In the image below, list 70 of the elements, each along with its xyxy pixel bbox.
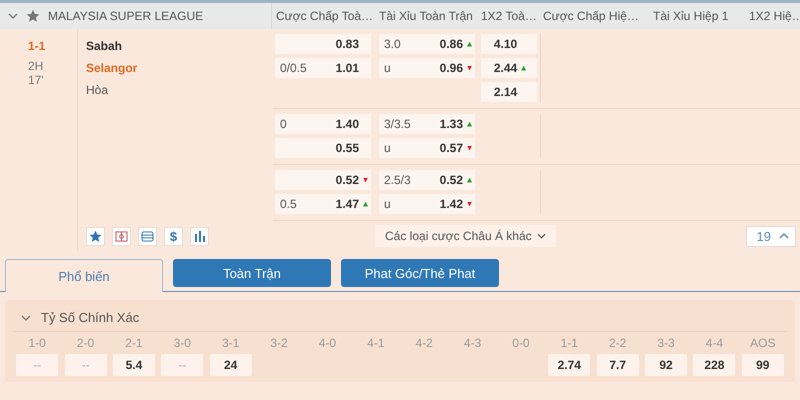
odds-cell[interactable]: 0 1.40 <box>275 114 371 134</box>
chart-button[interactable] <box>190 226 209 246</box>
list-button[interactable] <box>138 226 157 246</box>
bar-chart-icon <box>194 230 206 242</box>
odds-cell[interactable]: 4.10 <box>481 34 537 54</box>
chevron-icon[interactable] <box>8 13 18 19</box>
star-icon <box>89 230 102 242</box>
odds-cell[interactable]: 2.14 <box>481 82 537 102</box>
match-period: 2H <box>28 59 44 73</box>
odds-cell[interactable]: 99 <box>742 354 784 376</box>
score-label: 3-3 <box>657 336 675 350</box>
score-label: 1-0 <box>28 336 46 350</box>
odds-cell[interactable]: 3.0 0.86 <box>379 34 475 54</box>
odds-cell[interactable]: 92 <box>645 354 688 376</box>
column-header: Tài Xỉu Hiệp 1 <box>652 9 730 23</box>
odds-cell[interactable]: 0.83 <box>275 34 371 54</box>
column-header: Cược Chấp Hiệ… <box>542 9 640 23</box>
odds-cell[interactable]: 24 <box>210 354 252 376</box>
score-label: 3-2 <box>270 336 288 350</box>
column-header: 1X2 Hiệ… <box>748 9 800 23</box>
odds-cell[interactable]: 0.55 <box>275 138 371 158</box>
odds-cell[interactable]: u 0.57 <box>379 138 475 158</box>
odds-cell[interactable]: 2.5/3 0.52 <box>379 170 475 190</box>
tab[interactable]: Phổ biến <box>5 259 163 292</box>
odds-cell[interactable]: u 1.42 <box>379 194 475 214</box>
odds-cell[interactable]: 7.7 <box>596 354 639 376</box>
odds-cell[interactable]: 0.5 1.47 <box>275 194 371 214</box>
league-name: MALAYSIA SUPER LEAGUE <box>48 9 204 23</box>
score-label: 4-4 <box>706 336 724 350</box>
field-button[interactable] <box>112 226 131 246</box>
score-label: AOS <box>750 336 776 350</box>
odds-cell[interactable]: u 0.96 <box>379 58 475 78</box>
score-label: 2-1 <box>125 336 143 350</box>
tab[interactable]: Phat Góc/Thẻ Phat <box>341 259 499 287</box>
away-team: Selangor <box>86 61 138 75</box>
score-label: 3-0 <box>174 336 191 350</box>
star-button[interactable] <box>86 226 105 246</box>
score-label: 1-1 <box>560 336 578 350</box>
column-header: 1X2 Toà… <box>480 9 538 23</box>
score-label: 3-1 <box>222 336 240 350</box>
score-label: 2-2 <box>609 336 626 350</box>
chevron-down-icon <box>536 233 546 239</box>
match-score: 1-1 <box>28 39 46 53</box>
odds-cell[interactable]: 0/0.5 1.01 <box>275 58 371 78</box>
odds-cell[interactable]: 0.52 <box>275 170 371 190</box>
star-icon[interactable] <box>26 9 40 23</box>
pitch-icon <box>115 230 128 242</box>
list-icon <box>141 230 154 242</box>
score-label: 2-0 <box>76 336 94 350</box>
score-label: 4-3 <box>464 336 482 350</box>
score-label: 4-0 <box>318 336 336 350</box>
column-header: Tài Xỉu Toàn Trận <box>378 9 474 23</box>
score-label: 4-2 <box>416 336 433 350</box>
odds-cell[interactable]: 3/3.5 1.33 <box>379 114 475 134</box>
odds-cell[interactable]: 2.44 <box>481 58 537 78</box>
column-header: Cược Chấp Toà… <box>275 9 374 23</box>
score-label: 0-0 <box>512 336 530 350</box>
odds-cell[interactable]: 228 <box>693 354 736 376</box>
currency-button[interactable]: $ <box>164 226 183 246</box>
draw-label: Hòa <box>86 83 110 97</box>
section-title: Tỷ Số Chính Xác <box>41 310 140 325</box>
match-minute: 17' <box>28 73 45 87</box>
chevron-icon[interactable] <box>21 314 31 320</box>
more-bets-link[interactable]: Các loại cược Châu Á khác <box>375 225 556 247</box>
tab[interactable]: Toàn Trận <box>173 259 331 287</box>
chevron-up-icon <box>779 233 789 239</box>
home-team: Sabah <box>86 39 124 53</box>
odds-cell[interactable]: 2.74 <box>548 354 590 376</box>
odds-cell[interactable]: 5.4 <box>112 354 155 376</box>
score-label: 4-1 <box>367 336 384 350</box>
